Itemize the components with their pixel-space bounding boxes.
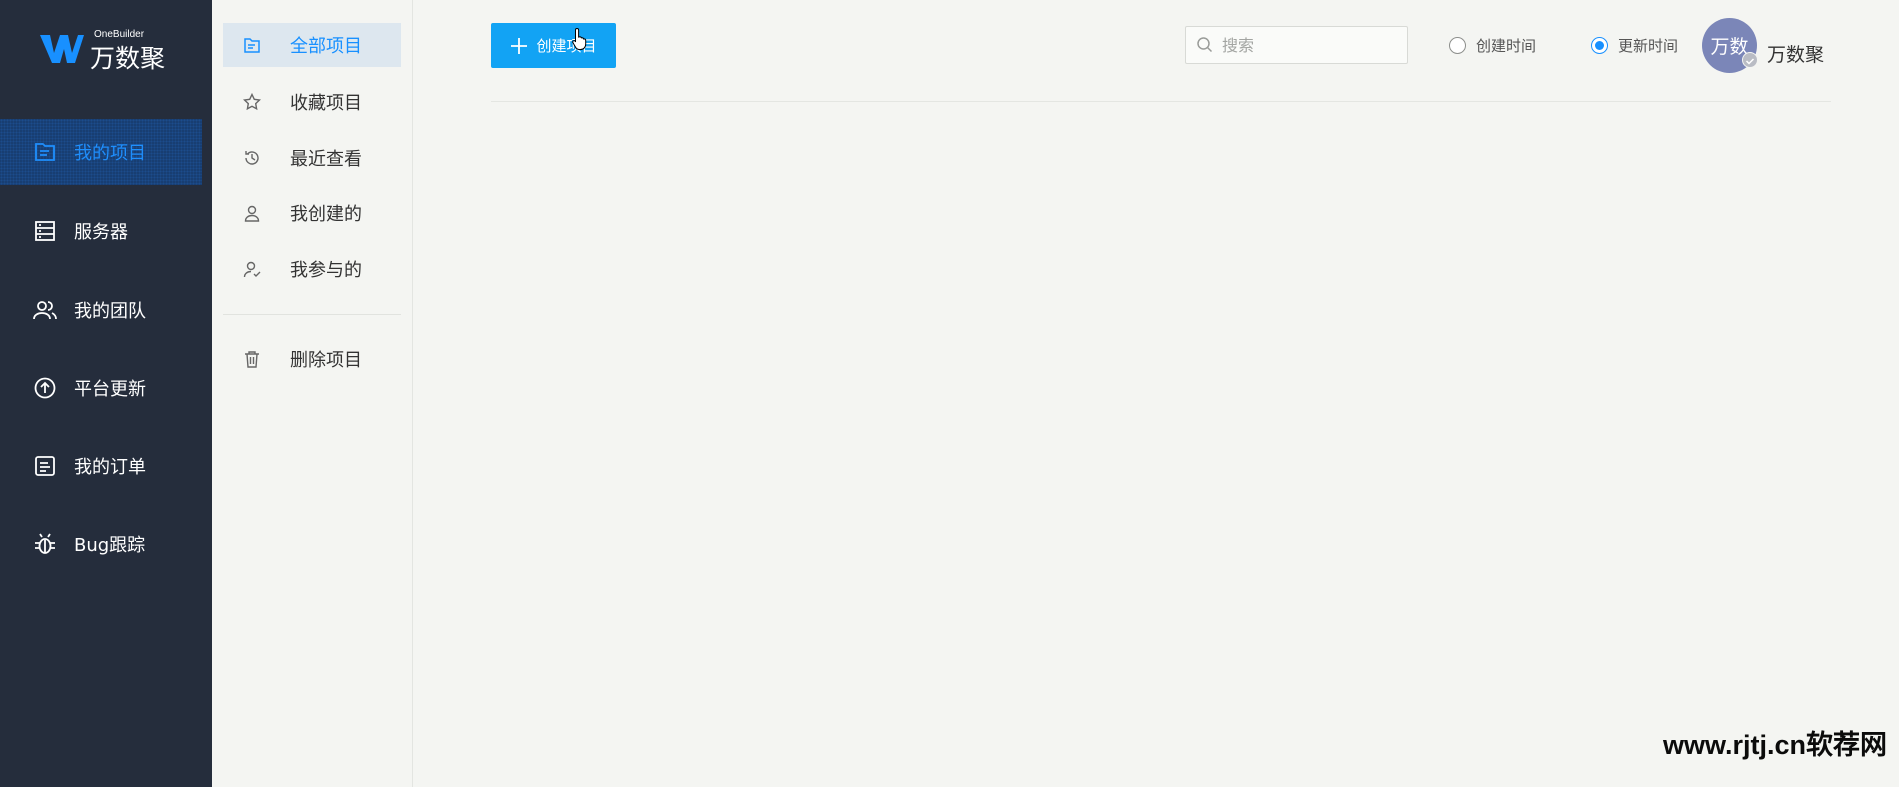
sidebar-item-label: 平台更新 xyxy=(74,379,146,400)
server-icon xyxy=(32,218,58,244)
subnav-item-favorites[interactable]: 收藏项目 xyxy=(223,80,401,124)
subnav-item-label: 收藏项目 xyxy=(290,93,362,114)
folder-icon xyxy=(241,34,263,56)
team-icon xyxy=(32,297,58,323)
user-check-icon xyxy=(241,258,263,280)
subnav-item-all-projects[interactable]: 全部项目 xyxy=(223,23,401,67)
watermark: www.rjtj.cn软荐网 xyxy=(1663,730,1888,760)
divider xyxy=(223,314,401,315)
logo-text-cn: 万数聚 xyxy=(90,44,166,73)
trash-icon xyxy=(241,348,263,370)
radio-label: 创建时间 xyxy=(1476,37,1537,55)
sort-radio-updated-time[interactable]: 更新时间 xyxy=(1591,35,1678,56)
logo-mark-icon xyxy=(40,35,84,63)
subnav-item-label: 最近查看 xyxy=(290,149,362,170)
sidebar-item-orders[interactable]: 我的订单 xyxy=(0,433,202,499)
user-name[interactable]: 万数聚 xyxy=(1767,40,1824,67)
search-input[interactable] xyxy=(1222,35,1392,55)
sort-radio-created-time[interactable]: 创建时间 xyxy=(1449,35,1536,56)
search-box[interactable] xyxy=(1185,26,1408,64)
subnav-item-deleted[interactable]: 删除项目 xyxy=(223,337,401,381)
project-filter-panel: 全部项目 收藏项目 最近查看 我创建的 我参与的 删除项目 xyxy=(212,0,413,787)
subnav-item-label: 我参与的 xyxy=(290,260,362,281)
create-project-button[interactable]: 创建项目 xyxy=(491,23,616,68)
radio-button[interactable] xyxy=(1591,37,1608,54)
verified-badge-icon xyxy=(1742,52,1758,68)
sidebar-item-label: Bug跟踪 xyxy=(74,535,146,556)
sidebar-item-label: 我的团队 xyxy=(74,301,146,322)
radio-label: 更新时间 xyxy=(1618,37,1679,55)
subnav-item-label: 我创建的 xyxy=(290,204,362,225)
sidebar-item-label: 我的订单 xyxy=(74,457,146,478)
history-icon xyxy=(241,147,263,169)
star-icon xyxy=(241,91,263,113)
logo[interactable]: OneBuilder 万数聚 xyxy=(38,27,168,73)
sidebar-item-my-projects[interactable]: 我的项目 xyxy=(0,119,202,185)
sidebar-item-bug-tracking[interactable]: Bug跟踪 xyxy=(0,511,202,577)
search-icon xyxy=(1197,37,1213,53)
subnav-item-label: 删除项目 xyxy=(290,350,362,371)
toolbar-divider xyxy=(491,101,1831,102)
order-icon xyxy=(32,453,58,479)
sidebar-item-team[interactable]: 我的团队 xyxy=(0,277,202,343)
user-icon xyxy=(241,202,263,224)
sidebar-item-platform-update[interactable]: 平台更新 xyxy=(0,355,202,421)
sidebar-item-label: 服务器 xyxy=(74,222,128,243)
bug-icon xyxy=(32,531,58,557)
sidebar-item-label: 我的项目 xyxy=(74,143,146,164)
subnav-item-recent[interactable]: 最近查看 xyxy=(223,136,401,180)
subnav-item-created-by-me[interactable]: 我创建的 xyxy=(223,191,401,235)
main-sidebar: OneBuilder 万数聚 我的项目 服务器 我的团队 平台更新 我的订单 B… xyxy=(0,0,212,787)
plus-icon xyxy=(511,37,528,54)
upload-circle-icon xyxy=(32,375,58,401)
hand-cursor-icon xyxy=(572,27,587,50)
sidebar-item-server[interactable]: 服务器 xyxy=(0,198,202,264)
subnav-item-participated[interactable]: 我参与的 xyxy=(223,247,401,291)
folder-icon xyxy=(32,139,58,165)
radio-button[interactable] xyxy=(1449,37,1466,54)
subnav-item-label: 全部项目 xyxy=(290,36,362,57)
